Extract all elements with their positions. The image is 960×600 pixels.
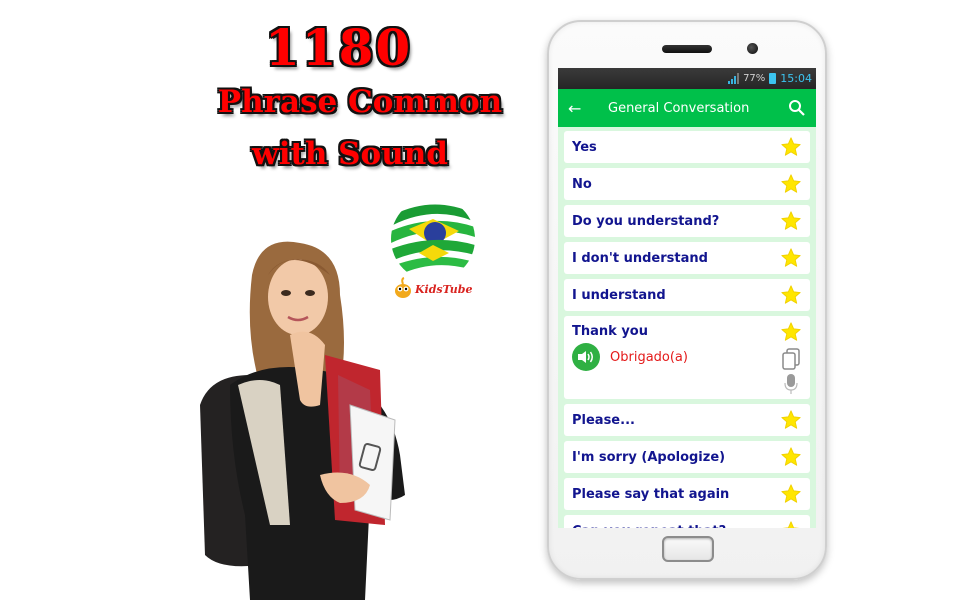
battery-percent: 77% bbox=[743, 73, 766, 84]
translation-row: Obrigado(a) bbox=[572, 343, 802, 371]
star-icon[interactable] bbox=[780, 136, 802, 158]
phrase-item[interactable]: Thank you Obrigado(a) bbox=[564, 316, 810, 399]
phrase-label: No bbox=[572, 176, 592, 192]
search-icon[interactable] bbox=[788, 99, 806, 117]
phrase-label: Yes bbox=[572, 139, 597, 155]
phrase-item[interactable]: Please... bbox=[564, 404, 810, 436]
app-screen: 77% 15:04 ← General Conversation Yes No Do… bbox=[558, 68, 816, 528]
promo-line-phrase-common: Phrase Common bbox=[217, 84, 503, 120]
arrow-left-icon[interactable]: ← bbox=[568, 99, 588, 118]
student-girl-illustration bbox=[200, 241, 405, 600]
speaker-icon bbox=[578, 351, 593, 363]
phrase-label: I don't understand bbox=[572, 250, 708, 266]
clock: 15:04 bbox=[780, 72, 812, 85]
translation-text: Obrigado(a) bbox=[610, 349, 688, 365]
phrase-label: Please say that again bbox=[572, 486, 730, 502]
phrase-item[interactable]: I understand bbox=[564, 279, 810, 311]
star-icon[interactable] bbox=[780, 173, 802, 195]
app-bar: ← General Conversation bbox=[558, 89, 816, 127]
phrase-item[interactable]: Yes bbox=[564, 131, 810, 163]
phrase-label: I understand bbox=[572, 287, 666, 303]
page-title: General Conversation bbox=[608, 100, 750, 116]
phrase-item[interactable]: Please say that again bbox=[564, 478, 810, 510]
home-button[interactable] bbox=[662, 536, 714, 562]
star-icon[interactable] bbox=[780, 284, 802, 306]
microphone-icon[interactable] bbox=[784, 373, 798, 395]
phrase-label: I'm sorry (Apologize) bbox=[572, 449, 726, 465]
phone-camera bbox=[747, 43, 758, 54]
star-icon[interactable] bbox=[780, 321, 802, 343]
promo-line-with-sound: with Sound bbox=[252, 136, 448, 172]
play-sound-button[interactable] bbox=[572, 343, 600, 371]
phone-frame: 77% 15:04 ← General Conversation Yes No Do… bbox=[547, 20, 827, 580]
phrase-item[interactable]: Do you understand? bbox=[564, 205, 810, 237]
phrase-label: Can you repeat that? bbox=[572, 524, 780, 529]
status-bar: 77% 15:04 bbox=[558, 68, 816, 89]
star-icon[interactable] bbox=[780, 446, 802, 468]
star-icon[interactable] bbox=[780, 210, 802, 232]
promo-count: 1180 bbox=[265, 18, 413, 77]
phrase-item[interactable]: I don't understand bbox=[564, 242, 810, 274]
star-icon[interactable] bbox=[780, 247, 802, 269]
star-icon[interactable] bbox=[780, 520, 802, 528]
phrase-item[interactable]: No bbox=[564, 168, 810, 200]
phrase-list: Yes No Do you understand? I don't understan… bbox=[558, 127, 816, 528]
phrase-item[interactable]: Can you repeat that? bbox=[564, 515, 810, 528]
phrase-label: Do you understand? bbox=[572, 213, 720, 229]
phone-speaker bbox=[662, 45, 712, 53]
battery-icon bbox=[769, 73, 777, 84]
copy-icon[interactable] bbox=[782, 348, 800, 370]
signal-icon bbox=[728, 73, 740, 84]
star-icon[interactable] bbox=[780, 409, 802, 431]
phrase-label: Please... bbox=[572, 412, 635, 428]
phrase-item[interactable]: I'm sorry (Apologize) bbox=[564, 441, 810, 473]
phrase-label: Thank you bbox=[572, 324, 648, 339]
star-icon[interactable] bbox=[780, 483, 802, 505]
